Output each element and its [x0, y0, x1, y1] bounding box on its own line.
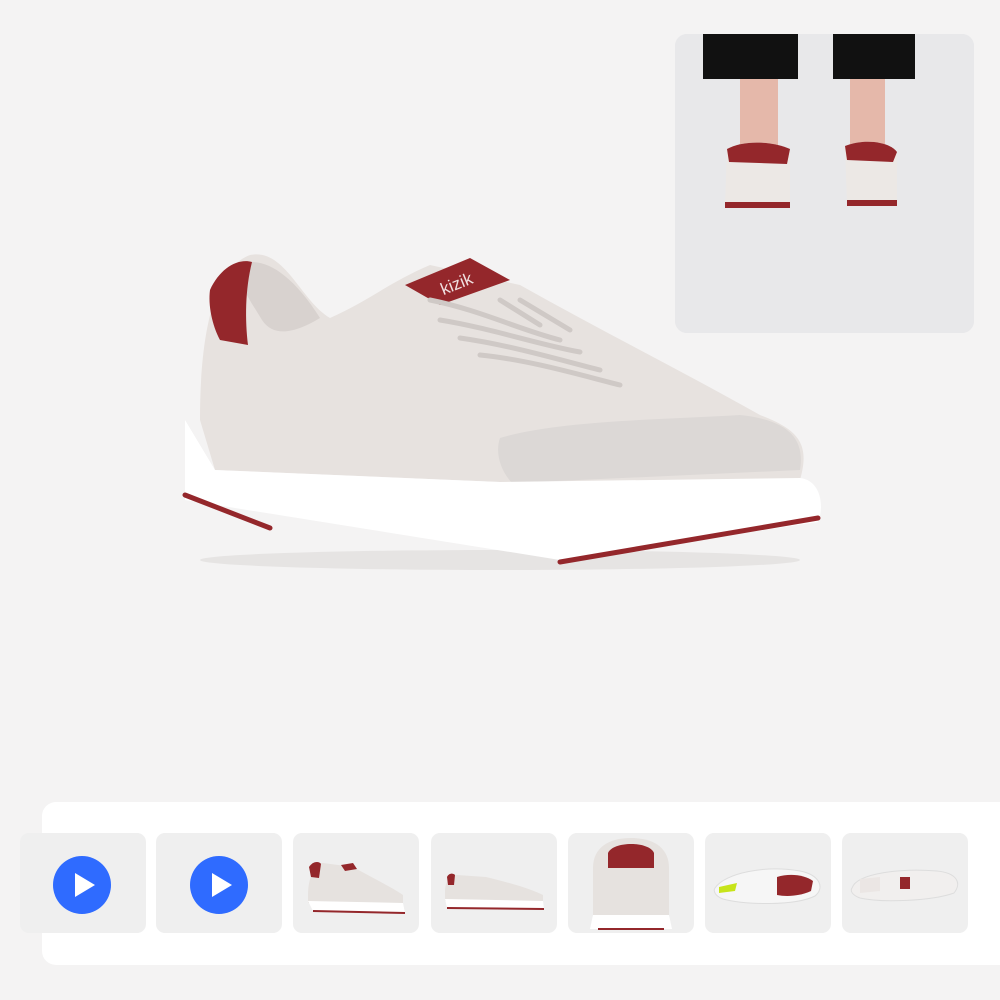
thumbnail-back-view[interactable]: [568, 833, 694, 933]
thumbnail-side-view[interactable]: [293, 833, 419, 933]
thumbnail-top-view[interactable]: [842, 833, 968, 933]
thumbnail-sole-view[interactable]: [705, 833, 831, 933]
on-foot-video-preview[interactable]: [675, 34, 974, 333]
thumbnail-video-1[interactable]: [20, 833, 146, 933]
thumbnail-angle-view[interactable]: [431, 833, 557, 933]
legs-illustration: [675, 34, 974, 333]
thumbnail-video-2[interactable]: [156, 833, 282, 933]
thumbnail-strip: [20, 802, 1000, 965]
